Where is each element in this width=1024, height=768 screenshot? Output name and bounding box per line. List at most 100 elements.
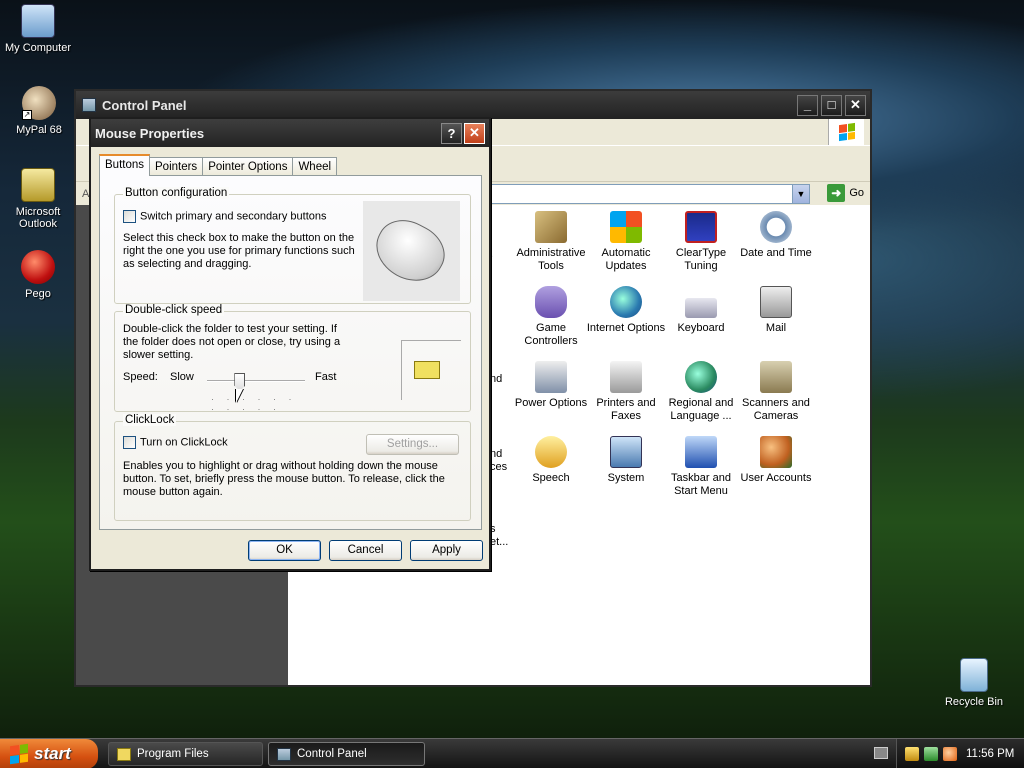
checkbox-label: Turn on ClickLock	[140, 436, 228, 449]
security-shield-icon[interactable]	[905, 747, 919, 761]
partial-label: ces	[490, 461, 508, 473]
tab-strip: Buttons Pointers Pointer Options Wheel	[99, 154, 338, 176]
mail-icon	[760, 286, 792, 318]
my-computer-icon	[21, 4, 55, 38]
desktop-icon-recycle-bin[interactable]: Recycle Bin	[934, 658, 1014, 708]
folder-icon	[117, 747, 131, 761]
desktop-icon-mypal[interactable]: ↗ MyPal 68	[0, 86, 79, 136]
partial-label: et...	[490, 536, 509, 548]
speed-label: Speed:	[123, 371, 158, 383]
tab-pointer-options[interactable]: Pointer Options	[202, 157, 294, 176]
shortcut-arrow-icon: ↗	[22, 110, 32, 120]
cp-item-label: Administrative Tools	[516, 247, 586, 272]
globe-icon	[685, 361, 717, 393]
desktop-icon-my-computer[interactable]: My Computer	[0, 4, 78, 54]
cp-item-label: User Accounts	[740, 472, 812, 484]
clicklock-checkbox[interactable]: Turn on ClickLock	[123, 436, 228, 449]
windows-logo-icon	[828, 119, 864, 145]
recycle-bin-icon	[960, 658, 988, 692]
cp-item-label: Automatic Updates	[601, 247, 651, 272]
power-icon	[535, 361, 567, 393]
cp-item-user-accounts[interactable]: User Accounts	[736, 436, 816, 485]
go-arrow-icon: ➜	[827, 184, 846, 202]
checkbox-label: Switch primary and secondary buttons	[140, 210, 327, 223]
checkbox-icon	[123, 210, 136, 223]
cancel-button[interactable]: Cancel	[329, 540, 402, 561]
mouse-icon	[365, 209, 455, 293]
maximize-button[interactable]: □	[821, 95, 842, 116]
tab-pointers[interactable]: Pointers	[149, 157, 204, 176]
minimize-button[interactable]: _	[797, 95, 818, 116]
users-icon	[760, 436, 792, 468]
task-program-files[interactable]: Program Files	[108, 742, 263, 766]
cp-item-scanners-and-cameras[interactable]: Scanners and Cameras	[736, 361, 816, 423]
cp-item-label: Scanners and Cameras	[742, 397, 810, 422]
ok-button[interactable]: OK	[248, 540, 321, 561]
cp-item-regional-and-language[interactable]: Regional and Language ...	[661, 361, 741, 423]
partial-label: nd	[490, 373, 503, 385]
cp-item-internet-options[interactable]: Internet Options	[586, 286, 666, 335]
control-panel-titlebar[interactable]: Control Panel	[76, 91, 870, 119]
cp-item-printers-and-faxes[interactable]: Printers and Faxes	[586, 361, 666, 423]
dialog-title: Mouse Properties	[95, 125, 205, 141]
window-title: Control Panel	[102, 97, 187, 113]
partial-label: nd	[490, 448, 503, 460]
start-button[interactable]: start	[0, 739, 98, 768]
cp-item-administrative-tools[interactable]: Administrative Tools	[511, 211, 591, 273]
cp-item-label: Regional and Language ...	[668, 397, 734, 422]
start-label: start	[34, 744, 71, 763]
cp-item-automatic-updates[interactable]: Automatic Updates	[586, 211, 666, 273]
cp-item-label: Keyboard	[677, 322, 725, 334]
cleartype-icon	[685, 211, 717, 243]
keyboard-icon	[685, 298, 717, 318]
administrative-tools-icon	[535, 211, 567, 243]
task-label: Control Panel	[297, 748, 367, 760]
close-button[interactable]: ✕	[464, 123, 485, 144]
help-button[interactable]: ?	[441, 123, 462, 144]
test-area[interactable]	[401, 340, 461, 400]
control-panel-icon	[277, 747, 291, 761]
cp-item-mail[interactable]: Mail	[736, 286, 816, 335]
close-button[interactable]: ✕	[845, 95, 866, 116]
computer-icon	[610, 436, 642, 468]
cp-item-game-controllers[interactable]: Game Controllers	[511, 286, 591, 348]
apply-button[interactable]: Apply	[410, 540, 483, 561]
cp-item-label: ClearType Tuning	[675, 247, 727, 272]
taskbar-icon	[685, 436, 717, 468]
cp-item-cleartype-tuning[interactable]: ClearType Tuning	[661, 211, 741, 273]
tab-wheel[interactable]: Wheel	[292, 157, 338, 176]
cp-item-label: Power Options	[514, 397, 588, 409]
clock-icon	[760, 211, 792, 243]
clock[interactable]: 11:56 PM	[966, 748, 1014, 760]
tab-buttons[interactable]: Buttons	[99, 154, 150, 176]
group-title: ClickLock	[123, 414, 177, 426]
go-label: Go	[849, 187, 864, 199]
cp-item-date-and-time[interactable]: Date and Time	[736, 211, 816, 260]
double-click-speed-slider[interactable]	[207, 373, 305, 391]
cp-item-label: Date and Time	[740, 247, 812, 259]
cp-item-power-options[interactable]: Power Options	[511, 361, 591, 410]
keyboard-layout-icon[interactable]	[874, 747, 888, 759]
chevron-down-icon[interactable]: ▼	[792, 185, 809, 203]
desktop-icon-label: Recycle Bin	[944, 696, 1004, 708]
dialog-titlebar[interactable]: Mouse Properties	[91, 119, 489, 147]
cp-item-taskbar-and-start-menu[interactable]: Taskbar and Start Menu	[661, 436, 741, 498]
taskbar: start Program Files Control Panel 11:56 …	[0, 738, 1024, 768]
cp-item-system[interactable]: System	[586, 436, 666, 485]
cp-item-keyboard[interactable]: Keyboard	[661, 286, 741, 335]
globe-icon	[610, 286, 642, 318]
search-icon[interactable]	[943, 747, 957, 761]
network-icon[interactable]	[924, 747, 938, 761]
switch-buttons-checkbox[interactable]: Switch primary and secondary buttons	[123, 210, 326, 223]
group-title: Button configuration	[123, 187, 230, 199]
go-button[interactable]: ➜ Go	[827, 184, 864, 202]
caption-buttons: _ □ ✕	[797, 95, 866, 116]
desktop-icon-pego[interactable]: Pego	[0, 250, 78, 300]
desktop-icon-outlook[interactable]: Microsoft Outlook	[0, 168, 78, 230]
automatic-updates-icon	[610, 211, 642, 243]
cp-item-label: Internet Options	[586, 322, 666, 334]
cp-item-speech[interactable]: Speech	[511, 436, 591, 485]
clicklock-settings-button[interactable]: Settings...	[366, 434, 459, 455]
task-control-panel[interactable]: Control Panel	[268, 742, 425, 766]
cp-item-label: Printers and Faxes	[596, 397, 656, 422]
